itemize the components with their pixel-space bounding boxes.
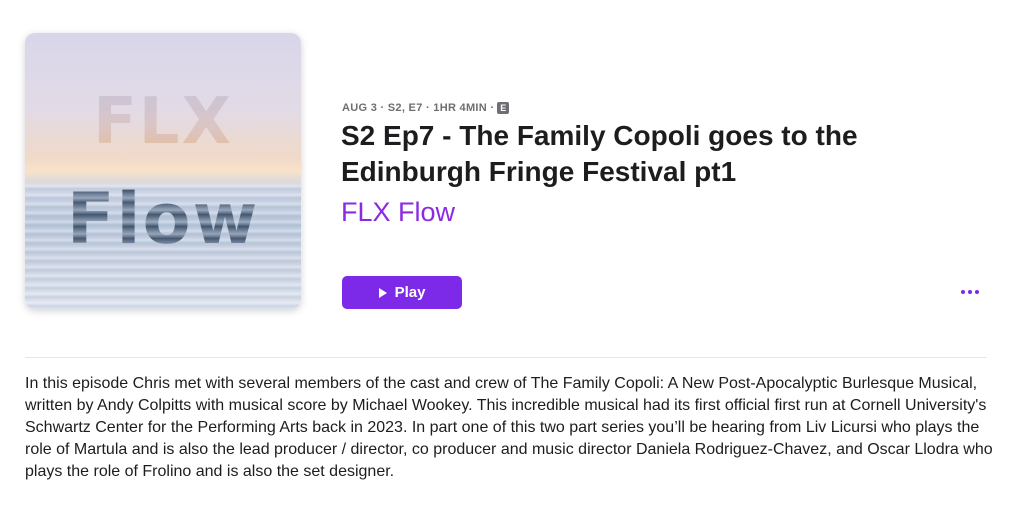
artwork-text-line2: Flow <box>25 178 301 260</box>
ellipsis-dot <box>961 290 965 294</box>
play-button-label: Play <box>394 284 426 301</box>
divider <box>25 357 987 358</box>
explicit-badge: E <box>497 102 510 114</box>
episode-meta: AUG 3 · S2, E7 · 1HR 4MIN · E <box>342 102 510 114</box>
ellipsis-dot <box>968 290 972 294</box>
episode-description: In this episode Chris met with several m… <box>25 375 993 480</box>
play-button[interactable]: Play <box>342 276 462 309</box>
episode-meta-text: AUG 3 · S2, E7 · 1HR 4MIN · <box>342 102 495 114</box>
podcast-artwork: FLX Flow <box>25 33 301 309</box>
play-icon <box>378 287 387 298</box>
episode-title: S2 Ep7 - The Family Copoli goes to the E… <box>341 120 858 187</box>
show-name-link[interactable]: FLX Flow <box>341 194 455 230</box>
artwork-text-line1: FLX <box>25 85 301 159</box>
ellipsis-icon[interactable] <box>956 282 984 302</box>
ellipsis-dot <box>975 290 979 294</box>
